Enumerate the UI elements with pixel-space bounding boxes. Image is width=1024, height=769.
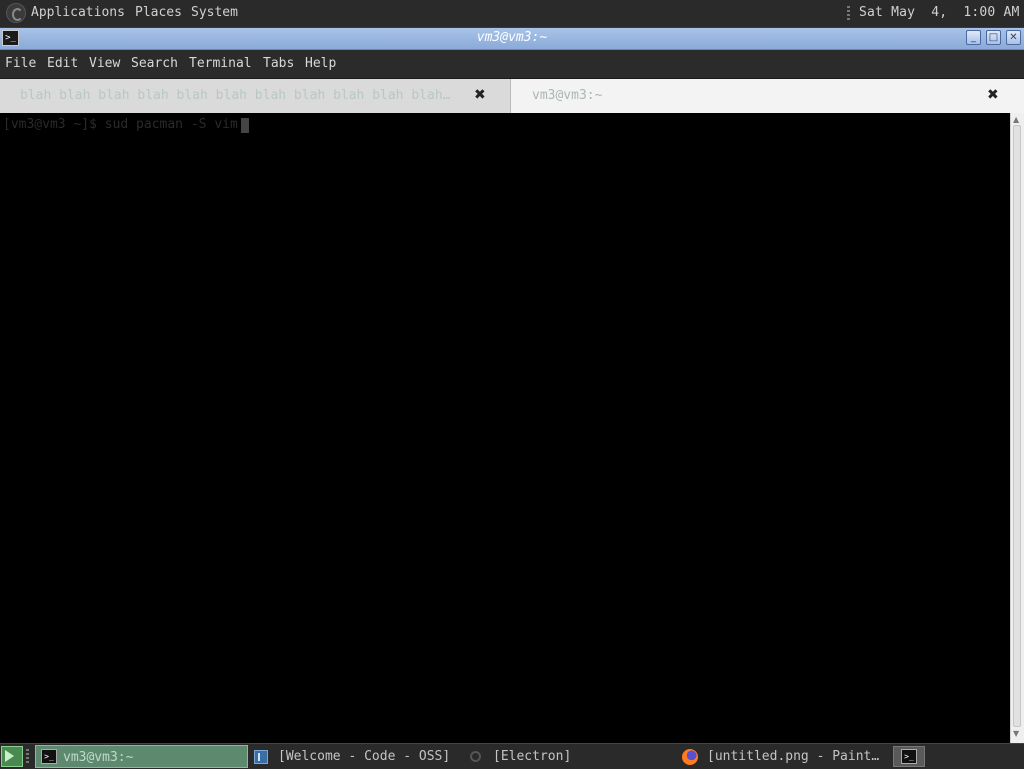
code-oss-icon [254, 750, 268, 764]
terminal-icon[interactable]: >_ [2, 30, 19, 46]
terminal-icon: >_ [41, 749, 57, 764]
maximize-button[interactable]: □ [986, 30, 1001, 45]
tab-vm3[interactable]: vm3@vm3:~ ✖ [511, 79, 1024, 113]
terminal-scrollbar[interactable]: ▲ ▼ [1010, 113, 1024, 743]
taskbar-item-label: [Welcome - Code - OSS] [278, 749, 451, 764]
show-desktop-button[interactable] [1, 746, 23, 767]
taskbar-item-label: [untitled.png - Paint… [707, 749, 880, 764]
taskbar-item-label: vm3@vm3:~ [63, 750, 134, 765]
electron-icon [470, 751, 481, 762]
panel-separator [847, 6, 850, 22]
menu-search[interactable]: Search [131, 56, 178, 71]
tab-close-icon[interactable]: ✖ [474, 87, 486, 103]
top-panel: Applications Places System Sat May 4, 1:… [0, 0, 1024, 28]
prompt-line: [vm3@vm3 ~]$ sud pacman -S vim [3, 117, 238, 132]
terminal-area[interactable]: [vm3@vm3 ~]$ sud pacman -S vim [0, 113, 1010, 743]
taskbar-item-electron[interactable]: [Electron] [468, 745, 668, 768]
menu-terminal[interactable]: Terminal [189, 56, 252, 71]
menubar: File Edit View Search Terminal Tabs Help [0, 50, 1024, 79]
applications-menu[interactable]: Applications [31, 5, 125, 20]
tab-blah[interactable]: blah blah blah blah blah blah blah blah … [0, 79, 511, 113]
tab-label: blah blah blah blah blah blah blah blah … [20, 88, 451, 103]
clock[interactable]: Sat May 4, 1:00 AM [859, 5, 1020, 20]
menu-help[interactable]: Help [305, 56, 336, 71]
places-menu[interactable]: Places [135, 5, 182, 20]
minimize-button[interactable]: _ [966, 30, 981, 45]
menu-view[interactable]: View [89, 56, 120, 71]
menu-tabs[interactable]: Tabs [263, 56, 294, 71]
bottom-panel: >_ vm3@vm3:~ [Welcome - Code - OSS] [Ele… [0, 743, 1024, 769]
taskbar-item-label: [Electron] [493, 749, 572, 764]
window-title: vm3@vm3:~ [476, 30, 548, 45]
taskbar-item-terminal[interactable]: >_ vm3@vm3:~ [35, 745, 248, 768]
firefox-icon [682, 749, 698, 765]
scroll-down-icon[interactable]: ▼ [1013, 729, 1019, 738]
menu-edit[interactable]: Edit [47, 56, 78, 71]
close-button[interactable]: ✕ [1006, 30, 1021, 45]
taskbar-item-paint[interactable]: [untitled.png - Paint… [678, 745, 888, 768]
panel-grip[interactable] [26, 749, 29, 765]
system-menu[interactable]: System [191, 5, 238, 20]
scroll-up-icon[interactable]: ▲ [1013, 115, 1019, 124]
terminal-icon: >_ [901, 749, 917, 764]
tab-label: vm3@vm3:~ [532, 88, 603, 103]
taskbar-item-code[interactable]: [Welcome - Code - OSS] [250, 745, 460, 768]
distro-logo-icon[interactable] [6, 3, 26, 23]
tab-bar: blah blah blah blah blah blah blah blah … [0, 79, 1024, 113]
tab-close-icon[interactable]: ✖ [987, 87, 999, 103]
tray-terminal-launcher[interactable]: >_ [893, 746, 925, 767]
menu-file[interactable]: File [5, 56, 36, 71]
scrollbar-thumb[interactable] [1013, 125, 1021, 727]
text-cursor [241, 118, 249, 133]
window-titlebar[interactable]: vm3@vm3:~ >_ _ □ ✕ [0, 28, 1024, 50]
